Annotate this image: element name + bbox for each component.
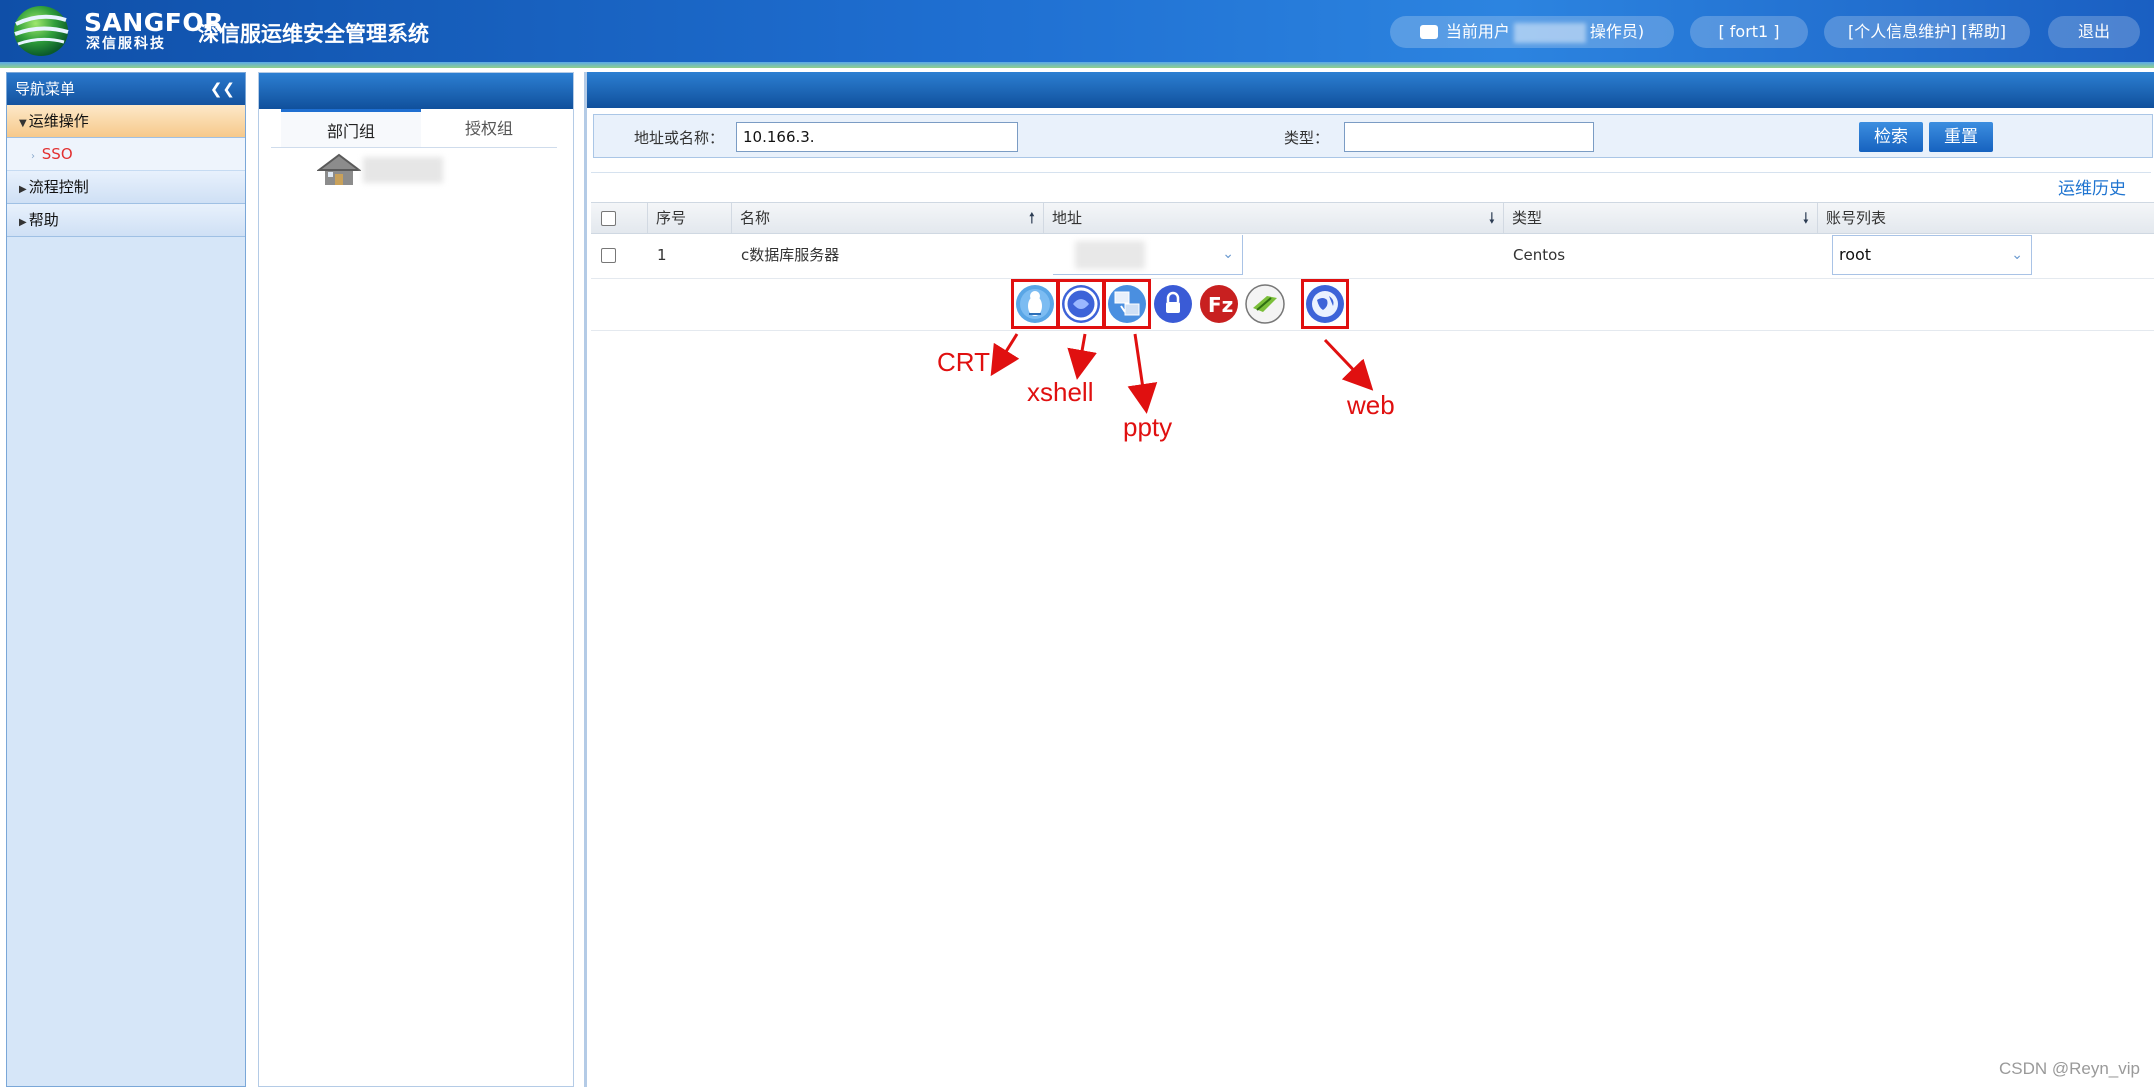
- arrow-to-xshell: [1067, 333, 1097, 380]
- account-select[interactable]: root ⌄: [1832, 235, 2032, 275]
- group-tree-panel: 部门组 授权组: [258, 72, 574, 1087]
- caret-right-icon: ▶: [19, 184, 27, 195]
- main-content: 地址或名称： 10.166.3. 类型： 检索 重置 运维历史 序号 名称 🠕 …: [584, 72, 2154, 1087]
- annotation-xshell: xshell: [1027, 377, 1094, 407]
- row-index: 1: [657, 246, 667, 264]
- address-name-label: 地址或名称：: [634, 129, 725, 147]
- profile-help-button[interactable]: [个人信息维护] [帮助]: [1824, 16, 2030, 48]
- table-header: 序号 名称 🠕 地址 🠗 类型 🠗 账号列表: [591, 202, 2154, 234]
- content-title-bar: [587, 72, 2154, 108]
- launch-tools-row: Fz: [591, 278, 2154, 331]
- redacted-address: [1075, 241, 1145, 269]
- annotation-ppty: ppty: [1123, 412, 1173, 442]
- home-icon[interactable]: [317, 153, 361, 187]
- row-type: Centos: [1513, 246, 1566, 264]
- caret-right-icon: ▶: [19, 217, 27, 228]
- annotation-crt: CRT: [937, 347, 990, 377]
- penguin-icon[interactable]: [1015, 284, 1055, 324]
- sidebar-item-help[interactable]: ▶ 帮助: [7, 204, 245, 237]
- sidebar-title: 导航菜单: [15, 80, 76, 98]
- col-header-accounts[interactable]: 账号列表: [1817, 203, 2154, 233]
- tab-auth-group[interactable]: 授权组: [421, 109, 557, 147]
- row-checkbox[interactable]: [601, 248, 616, 263]
- col-header-type[interactable]: 类型 🠗: [1503, 203, 1817, 233]
- col-header-label: 类型: [1512, 209, 1543, 227]
- current-user-button[interactable]: 当前用户 操作员): [1390, 16, 1674, 48]
- panel-title-bar: [259, 73, 573, 109]
- winscp-icon[interactable]: [1245, 284, 1285, 324]
- divider: [591, 172, 2151, 173]
- top-header: SANGFOR 深信服科技 深信服运维安全管理系统 当前用户 操作员) [ for…: [0, 0, 2154, 62]
- sort-asc-icon[interactable]: 🠕: [1029, 203, 1035, 233]
- sidebar: 导航菜单 ❮❮ ▼ 运维操作 › SSO ▶ 流程控制 ▶ 帮助: [6, 72, 246, 1087]
- sangfor-logo-icon: [14, 6, 69, 56]
- annotation-web: web: [1347, 390, 1395, 420]
- address-name-input[interactable]: 10.166.3.: [736, 122, 1018, 152]
- sidebar-item-flow-control[interactable]: ▶ 流程控制: [7, 171, 245, 204]
- account-value: root: [1839, 245, 1872, 264]
- logout-button[interactable]: 退出: [2048, 16, 2140, 48]
- header-accent-strip: [0, 62, 2154, 68]
- arrow-to-ppty: [1127, 333, 1158, 414]
- sort-desc-icon[interactable]: 🠗: [1489, 203, 1495, 233]
- type-label: 类型：: [1284, 129, 1330, 147]
- col-header-label: 地址: [1052, 209, 1083, 227]
- redacted-username: [1513, 22, 1586, 43]
- svg-text:Fz: Fz: [1208, 293, 1233, 317]
- group-tabs: 部门组 授权组: [271, 109, 557, 148]
- sidebar-item-sso[interactable]: › SSO: [7, 138, 245, 171]
- sidebar-item-label: 运维操作: [28, 112, 89, 130]
- caret-down-icon: ▼: [19, 118, 27, 129]
- col-header-label: 名称: [740, 209, 771, 227]
- search-filter-bar: 地址或名称： 10.166.3. 类型： 检索 重置: [593, 114, 2153, 158]
- putty-icon[interactable]: [1107, 284, 1147, 324]
- xshell-icon[interactable]: [1061, 284, 1101, 324]
- app-title: 深信服运维安全管理系统: [198, 22, 429, 46]
- watermark: CSDN @Reyn_vip: [1998, 1059, 2140, 1078]
- sidebar-item-label: 流程控制: [28, 178, 89, 196]
- sidebar-header: 导航菜单 ❮❮: [7, 73, 245, 105]
- type-input[interactable]: [1344, 122, 1594, 152]
- collapse-sidebar-icon[interactable]: ❮❮: [210, 73, 235, 105]
- chevron-down-icon: ⌄: [2011, 247, 2023, 263]
- chat-icon: [1419, 24, 1438, 39]
- arrow-to-crt: [990, 333, 1020, 377]
- caret-right-icon: ›: [31, 151, 35, 162]
- sort-desc-icon[interactable]: 🠗: [1803, 203, 1809, 233]
- ops-history-link[interactable]: 运维历史: [2058, 174, 2126, 199]
- arrow-to-web: [1323, 338, 1374, 391]
- col-header-name[interactable]: 名称 🠕: [731, 203, 1043, 233]
- lock-icon[interactable]: [1153, 284, 1193, 324]
- select-all-checkbox[interactable]: [601, 211, 616, 226]
- redacted-tree-node: [363, 157, 443, 183]
- sidebar-item-ops[interactable]: ▼ 运维操作: [7, 105, 245, 138]
- current-user-role: 操作员): [1589, 22, 1645, 41]
- table-row: 1 c数据库服务器 ⌄ Centos root ⌄: [591, 232, 2154, 279]
- col-header-index[interactable]: 序号: [647, 203, 731, 233]
- filezilla-icon[interactable]: Fz: [1199, 284, 1239, 324]
- address-select[interactable]: ⌄: [1053, 235, 1243, 275]
- tab-department-group[interactable]: 部门组: [281, 109, 421, 147]
- search-button[interactable]: 检索: [1859, 122, 1923, 152]
- globe-icon[interactable]: [1305, 284, 1345, 324]
- sidebar-item-label: SSO: [41, 145, 73, 163]
- sidebar-item-label: 帮助: [28, 211, 59, 229]
- row-name: c数据库服务器: [741, 246, 840, 264]
- logo-subtitle: 深信服科技: [86, 36, 166, 52]
- node-button[interactable]: [ fort1 ]: [1690, 16, 1808, 48]
- reset-button[interactable]: 重置: [1929, 122, 1993, 152]
- chevron-down-icon: ⌄: [1222, 246, 1234, 262]
- current-user-prefix: 当前用户: [1445, 22, 1510, 41]
- col-header-address[interactable]: 地址 🠗: [1043, 203, 1503, 233]
